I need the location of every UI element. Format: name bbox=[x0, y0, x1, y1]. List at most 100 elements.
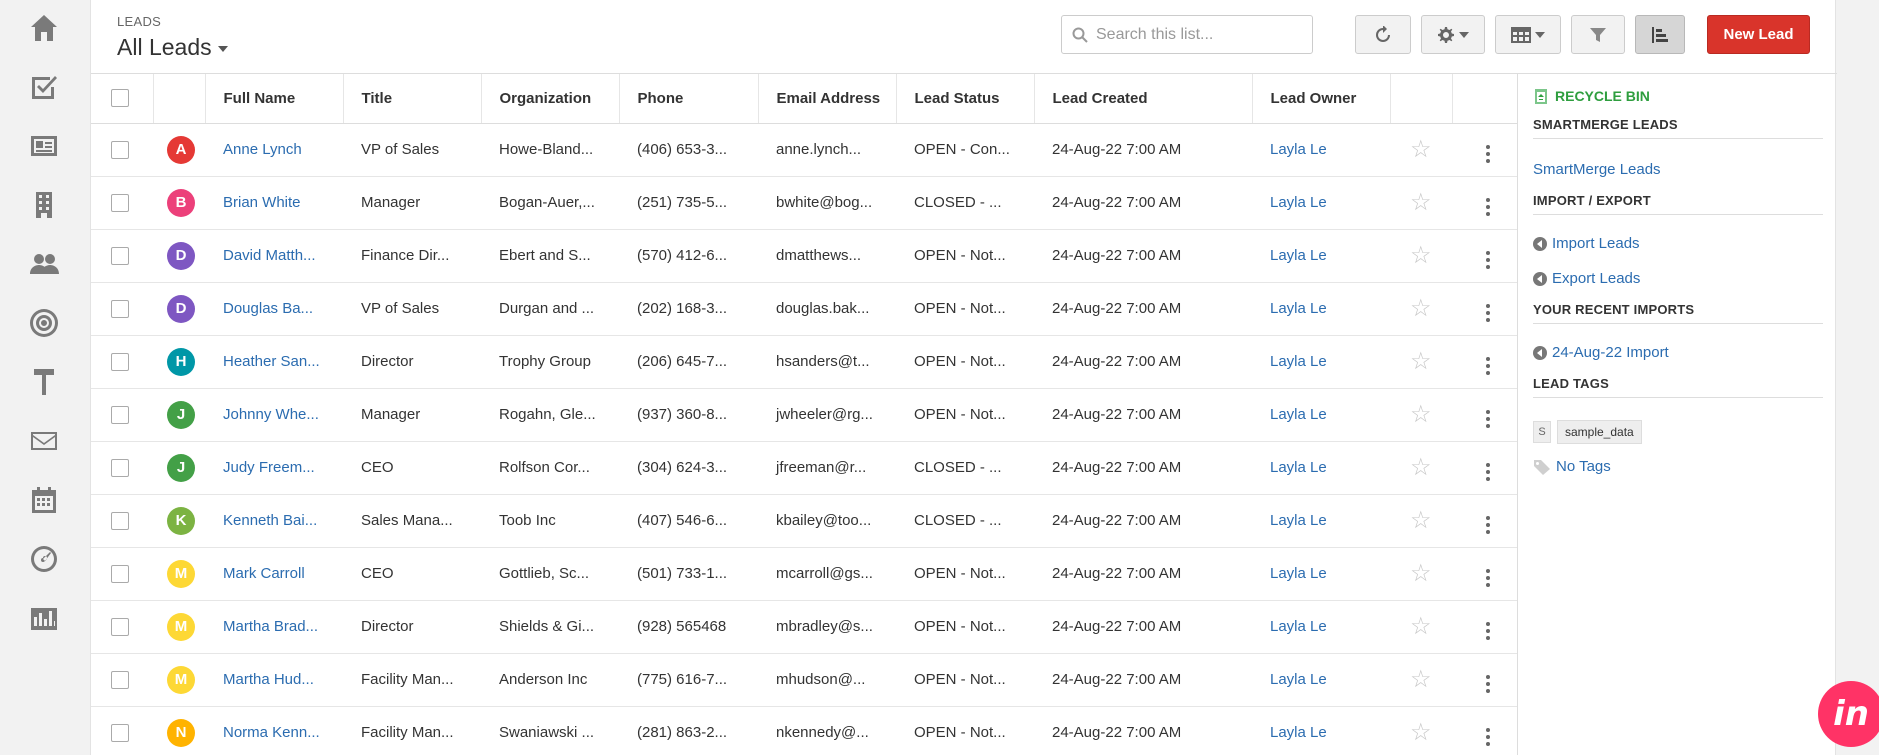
tasks-icon[interactable] bbox=[26, 69, 62, 105]
row-checkbox[interactable] bbox=[111, 511, 129, 530]
select-all-checkbox[interactable] bbox=[111, 89, 129, 108]
star-icon[interactable]: ☆ bbox=[1410, 507, 1432, 534]
column-header-email[interactable]: Email Address bbox=[758, 74, 897, 124]
row-checkbox[interactable] bbox=[111, 246, 129, 265]
lead-name-link[interactable]: Brian White bbox=[223, 194, 301, 211]
column-header-lead-owner[interactable]: Lead Owner bbox=[1252, 74, 1391, 124]
kebab-menu-icon[interactable] bbox=[1486, 569, 1490, 587]
column-header-organization[interactable]: Organization bbox=[481, 74, 620, 124]
lead-owner-link[interactable]: Layla Le bbox=[1270, 724, 1327, 741]
lead-owner-link[interactable]: Layla Le bbox=[1270, 247, 1327, 264]
calendar-icon[interactable] bbox=[26, 482, 62, 518]
lead-owner-link[interactable]: Layla Le bbox=[1270, 618, 1327, 635]
tag-chip[interactable]: S sample_data bbox=[1533, 420, 1642, 444]
kebab-menu-icon[interactable] bbox=[1486, 516, 1490, 534]
smartmerge-link[interactable]: SmartMerge Leads bbox=[1533, 161, 1661, 178]
kebab-menu-icon[interactable] bbox=[1486, 463, 1490, 481]
tag-item[interactable]: S sample_data bbox=[1533, 420, 1823, 444]
new-lead-button[interactable]: New Lead bbox=[1707, 15, 1810, 54]
star-icon[interactable]: ☆ bbox=[1410, 348, 1432, 375]
column-header-full-name[interactable]: Full Name bbox=[205, 74, 344, 124]
contacts-icon[interactable] bbox=[26, 128, 62, 164]
import-item[interactable]: Import Leads bbox=[1533, 235, 1823, 253]
lead-owner-link[interactable]: Layla Le bbox=[1270, 459, 1327, 476]
import-leads-link[interactable]: Import Leads bbox=[1552, 235, 1640, 252]
lead-name-link[interactable]: Norma Kenn... bbox=[223, 724, 320, 741]
row-checkbox[interactable] bbox=[111, 458, 129, 477]
no-tags-link[interactable]: No Tags bbox=[1556, 458, 1611, 475]
star-icon[interactable]: ☆ bbox=[1410, 295, 1432, 322]
recycle-bin-link[interactable]: RECYCLE BIN bbox=[1533, 87, 1823, 105]
lead-owner-link[interactable]: Layla Le bbox=[1270, 194, 1327, 211]
lead-name-link[interactable]: David Matth... bbox=[223, 247, 316, 264]
star-icon[interactable]: ☆ bbox=[1410, 719, 1432, 746]
lead-owner-link[interactable]: Layla Le bbox=[1270, 353, 1327, 370]
star-icon[interactable]: ☆ bbox=[1410, 666, 1432, 693]
lead-name-link[interactable]: Kenneth Bai... bbox=[223, 512, 317, 529]
column-header-phone[interactable]: Phone bbox=[619, 74, 759, 124]
star-icon[interactable]: ☆ bbox=[1410, 189, 1432, 216]
row-checkbox[interactable] bbox=[111, 617, 129, 636]
lead-name-link[interactable]: Martha Brad... bbox=[223, 618, 318, 635]
lead-name-link[interactable]: Johnny Whe... bbox=[223, 406, 319, 423]
lead-owner-link[interactable]: Layla Le bbox=[1270, 406, 1327, 423]
kebab-menu-icon[interactable] bbox=[1486, 304, 1490, 322]
row-checkbox[interactable] bbox=[111, 193, 129, 212]
tools-icon[interactable] bbox=[26, 364, 62, 400]
column-header-lead-status[interactable]: Lead Status bbox=[896, 74, 1035, 124]
home-icon[interactable] bbox=[26, 10, 62, 46]
lead-name-link[interactable]: Anne Lynch bbox=[223, 141, 302, 158]
lead-name-link[interactable]: Mark Carroll bbox=[223, 565, 305, 582]
column-header-lead-created[interactable]: Lead Created bbox=[1034, 74, 1253, 124]
star-icon[interactable]: ☆ bbox=[1410, 454, 1432, 481]
layout-toggle-button[interactable] bbox=[1635, 15, 1685, 54]
lead-name-link[interactable]: Martha Hud... bbox=[223, 671, 314, 688]
row-checkbox[interactable] bbox=[111, 352, 129, 371]
lead-owner-link[interactable]: Layla Le bbox=[1270, 512, 1327, 529]
row-checkbox[interactable] bbox=[111, 140, 129, 159]
target-icon[interactable] bbox=[26, 305, 62, 341]
kebab-menu-icon[interactable] bbox=[1486, 145, 1490, 163]
dashboard-icon[interactable] bbox=[26, 541, 62, 577]
lead-owner-link[interactable]: Layla Le bbox=[1270, 671, 1327, 688]
search-input[interactable] bbox=[1096, 25, 1296, 44]
reports-icon[interactable] bbox=[26, 600, 62, 636]
settings-button[interactable] bbox=[1421, 15, 1485, 54]
kebab-menu-icon[interactable] bbox=[1486, 728, 1490, 746]
star-icon[interactable]: ☆ bbox=[1410, 136, 1432, 163]
lead-name-link[interactable]: Judy Freem... bbox=[223, 459, 315, 476]
kebab-menu-icon[interactable] bbox=[1486, 198, 1490, 216]
export-item[interactable]: Export Leads bbox=[1533, 270, 1823, 288]
companies-icon[interactable] bbox=[26, 187, 62, 223]
no-tags-item[interactable]: No Tags bbox=[1533, 458, 1823, 475]
invision-badge[interactable]: in bbox=[1818, 681, 1879, 747]
lead-owner-link[interactable]: Layla Le bbox=[1270, 300, 1327, 317]
star-icon[interactable]: ☆ bbox=[1410, 613, 1432, 640]
people-icon[interactable] bbox=[26, 246, 62, 282]
lead-owner-link[interactable]: Layla Le bbox=[1270, 565, 1327, 582]
filter-button[interactable] bbox=[1571, 15, 1625, 54]
kebab-menu-icon[interactable] bbox=[1486, 251, 1490, 269]
star-icon[interactable]: ☆ bbox=[1410, 401, 1432, 428]
kebab-menu-icon[interactable] bbox=[1486, 357, 1490, 375]
row-checkbox[interactable] bbox=[111, 299, 129, 318]
kebab-menu-icon[interactable] bbox=[1486, 410, 1490, 428]
lead-name-link[interactable]: Heather San... bbox=[223, 353, 320, 370]
recent-import-item[interactable]: 24-Aug-22 Import bbox=[1533, 344, 1823, 362]
lead-owner-link[interactable]: Layla Le bbox=[1270, 141, 1327, 158]
row-checkbox[interactable] bbox=[111, 564, 129, 583]
kebab-menu-icon[interactable] bbox=[1486, 675, 1490, 693]
star-icon[interactable]: ☆ bbox=[1410, 242, 1432, 269]
export-leads-link[interactable]: Export Leads bbox=[1552, 270, 1640, 287]
column-header-title[interactable]: Title bbox=[343, 74, 482, 124]
recent-import-link[interactable]: 24-Aug-22 Import bbox=[1552, 344, 1669, 361]
view-selector[interactable]: All Leads bbox=[117, 34, 228, 61]
lead-name-link[interactable]: Douglas Ba... bbox=[223, 300, 313, 317]
columns-button[interactable] bbox=[1495, 15, 1561, 54]
star-icon[interactable]: ☆ bbox=[1410, 560, 1432, 587]
row-checkbox[interactable] bbox=[111, 723, 129, 742]
kebab-menu-icon[interactable] bbox=[1486, 622, 1490, 640]
mail-icon[interactable] bbox=[26, 423, 62, 459]
row-checkbox[interactable] bbox=[111, 405, 129, 424]
refresh-button[interactable] bbox=[1355, 15, 1411, 54]
